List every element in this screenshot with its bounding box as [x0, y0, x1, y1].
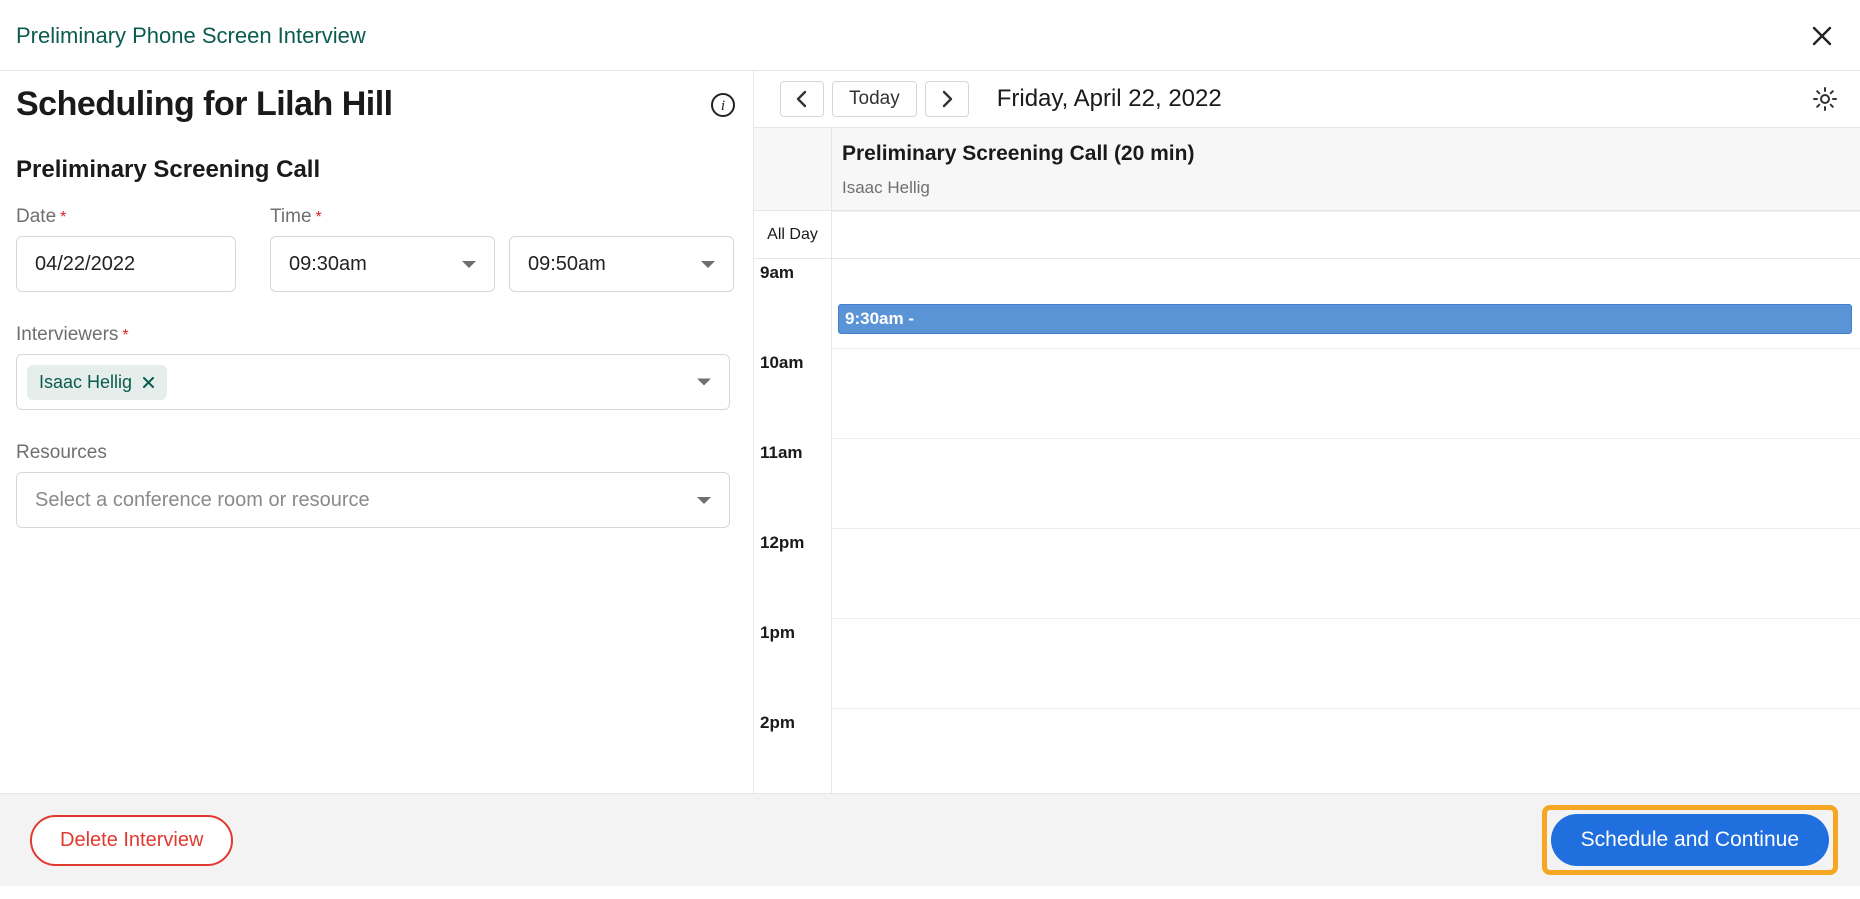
hour-row[interactable] [832, 349, 1860, 439]
hour-row[interactable]: 9:30am - [832, 259, 1860, 349]
calendar-date-display: Friday, April 22, 2022 [997, 85, 1222, 113]
hour-row[interactable] [832, 619, 1860, 709]
chevron-left-icon [795, 90, 809, 108]
start-time-value: 09:30am [289, 253, 367, 276]
hour-row[interactable] [832, 529, 1860, 619]
info-icon: i [710, 92, 736, 118]
hour-label: 9am [754, 259, 831, 349]
highlight-callout: Schedule and Continue [1542, 805, 1838, 875]
form-pane: Scheduling for Lilah Hill i Preliminary … [0, 71, 754, 793]
date-input[interactable]: 04/22/2022 [16, 236, 236, 292]
chevron-right-icon [940, 90, 954, 108]
resources-select[interactable]: Select a conference room or resource [16, 472, 730, 528]
close-icon [1811, 25, 1833, 47]
calendar-grid[interactable]: 9:30am - [832, 259, 1860, 793]
chevron-down-icon [697, 497, 711, 504]
scheduled-event[interactable]: 9:30am - [838, 304, 1852, 334]
resources-label: Resources [16, 442, 107, 464]
interviewers-input[interactable]: Isaac Hellig [16, 354, 730, 410]
hour-label: 1pm [754, 619, 831, 709]
required-marker: * [122, 327, 128, 344]
page-title: Scheduling for Lilah Hill [16, 85, 393, 124]
calendar-settings-button[interactable] [1810, 84, 1840, 114]
end-time-select[interactable]: 09:50am [509, 236, 734, 292]
chevron-down-icon [462, 261, 476, 268]
calendar-toolbar: Today Friday, April 22, 2022 [754, 71, 1860, 128]
required-marker: * [316, 209, 322, 226]
hour-label: 10am [754, 349, 831, 439]
end-time-value: 09:50am [528, 253, 606, 276]
date-value: 04/22/2022 [35, 253, 135, 276]
calendar-time-column: 9am 10am 11am 12pm 1pm 2pm [754, 259, 832, 793]
next-day-button[interactable] [925, 81, 969, 117]
resources-placeholder: Select a conference room or resource [35, 489, 370, 512]
chevron-down-icon [701, 261, 715, 268]
calendar-header-interviewer: Isaac Hellig [842, 178, 1850, 198]
interviewer-chip: Isaac Hellig [27, 365, 167, 400]
calendar-header-title: Preliminary Screening Call (20 min) [842, 142, 1850, 166]
footer: Delete Interview Schedule and Continue [0, 793, 1860, 886]
calendar-pane: Today Friday, April 22, 2022 Preliminary… [754, 71, 1860, 793]
hour-row[interactable] [832, 709, 1860, 793]
section-title: Preliminary Screening Call [16, 156, 737, 184]
time-label: Time [270, 206, 312, 228]
info-button[interactable]: i [709, 91, 737, 119]
delete-interview-button[interactable]: Delete Interview [30, 815, 233, 866]
close-icon [142, 376, 155, 389]
hour-row[interactable] [832, 439, 1860, 529]
chevron-down-icon [697, 379, 711, 386]
date-label: Date [16, 206, 56, 228]
interviewer-chip-label: Isaac Hellig [39, 372, 132, 393]
hour-label: 2pm [754, 709, 831, 793]
hour-label: 12pm [754, 529, 831, 619]
start-time-select[interactable]: 09:30am [270, 236, 495, 292]
required-marker: * [60, 209, 66, 226]
interviewers-label: Interviewers [16, 324, 118, 346]
today-button[interactable]: Today [832, 81, 917, 117]
remove-chip-button[interactable] [142, 376, 155, 389]
svg-text:i: i [721, 98, 725, 114]
allday-cell[interactable] [832, 211, 1860, 258]
schedule-continue-button[interactable]: Schedule and Continue [1551, 814, 1829, 866]
modal-header: Preliminary Phone Screen Interview [0, 0, 1860, 71]
allday-label: All Day [754, 211, 832, 258]
gear-icon [1812, 86, 1838, 112]
prev-day-button[interactable] [780, 81, 824, 117]
calendar-column-header: Preliminary Screening Call (20 min) Isaa… [754, 128, 1860, 211]
modal-title: Preliminary Phone Screen Interview [16, 23, 366, 49]
close-button[interactable] [1808, 22, 1836, 50]
hour-label: 11am [754, 439, 831, 529]
